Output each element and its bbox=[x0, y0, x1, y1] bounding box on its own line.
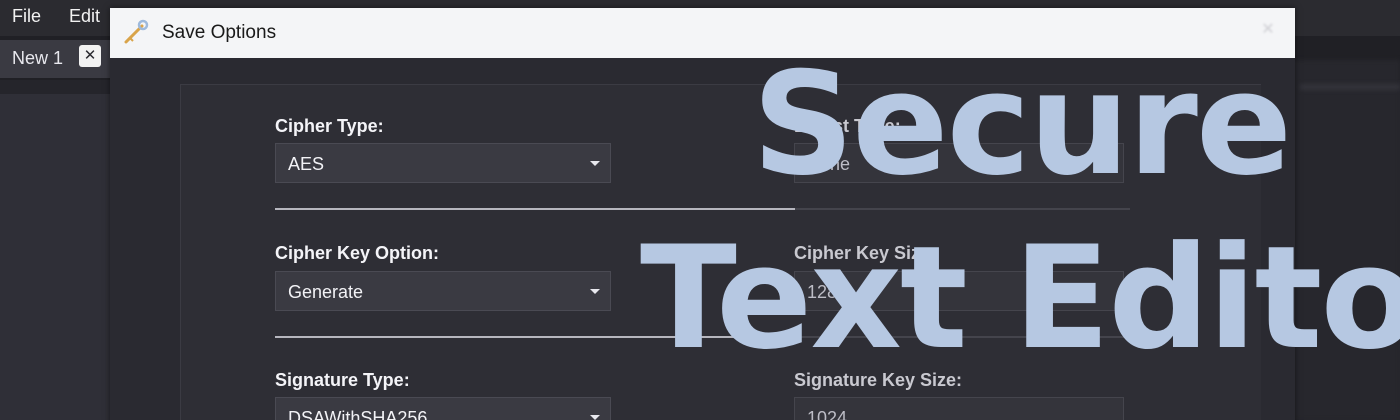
signature-type-label: Signature Type: bbox=[275, 370, 410, 390]
close-icon[interactable]: ✕ bbox=[79, 45, 101, 67]
cipher-type-label: Cipher Type: bbox=[275, 116, 384, 136]
headline-secure: Secure bbox=[752, 42, 1292, 207]
menu-edit[interactable]: Edit bbox=[69, 6, 100, 27]
chevron-down-icon bbox=[590, 161, 600, 166]
dialog-close-icon[interactable]: ✕ bbox=[1258, 20, 1278, 40]
separator-1-faint bbox=[795, 208, 1130, 210]
editor-area[interactable] bbox=[0, 94, 110, 420]
menu-file[interactable]: File bbox=[12, 6, 41, 27]
chevron-down-icon bbox=[590, 415, 600, 420]
headline-text-editor: Text Editor bbox=[640, 216, 1400, 381]
key-icon bbox=[124, 19, 149, 44]
editor-background-line bbox=[1300, 84, 1400, 90]
dialog-title: Save Options bbox=[162, 22, 277, 43]
signature-type-value: DSAWithSHA256 bbox=[288, 408, 428, 420]
signature-type-select[interactable]: DSAWithSHA256 bbox=[275, 397, 611, 420]
signature-key-size-input[interactable]: 1024 bbox=[794, 397, 1124, 420]
cipher-type-value: AES bbox=[288, 154, 325, 174]
chevron-down-icon bbox=[590, 289, 600, 294]
tab-label[interactable]: New 1 bbox=[12, 48, 63, 69]
signature-key-size-value: 1024 bbox=[807, 408, 848, 420]
separator-1 bbox=[275, 208, 795, 210]
cipher-key-option-value: Generate bbox=[288, 282, 364, 302]
screen: File Edit New 1 ✕ Save Options ✕ Cipher … bbox=[0, 0, 1400, 420]
cipher-key-option-select[interactable]: Generate bbox=[275, 271, 611, 311]
cipher-type-select[interactable]: AES bbox=[275, 143, 611, 183]
cipher-key-option-label: Cipher Key Option: bbox=[275, 243, 440, 263]
